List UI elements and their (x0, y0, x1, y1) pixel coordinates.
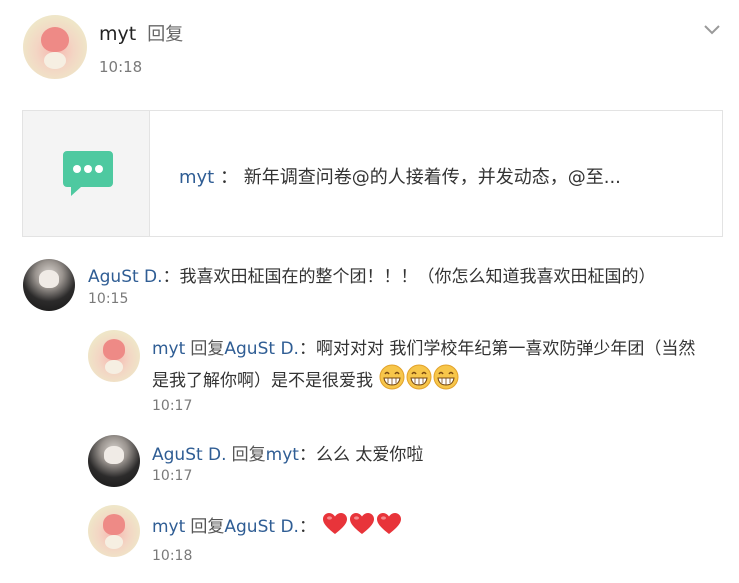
reply-target[interactable]: AguSt D. (224, 517, 299, 537)
reply-line: AguSt D. 回复myt：么么 太爱你啦 (152, 440, 423, 465)
heart-emoji (377, 513, 402, 534)
reply-avatar[interactable] (88, 505, 140, 557)
reply-word: 回复 (190, 517, 225, 537)
reply-text-continued: 是我了解你啊）是不是很爱我 (152, 371, 373, 391)
reply-word: 回复 (231, 445, 266, 465)
user-avatar[interactable] (23, 15, 87, 79)
shared-post-card[interactable]: myt ： 新年调查问卷@的人接着传，并发动态，@至... (22, 110, 723, 237)
card-separator: ： (219, 167, 238, 188)
card-thumbnail (23, 111, 150, 236)
comment-time: 10:15 (88, 291, 129, 307)
comment-text: ：我喜欢田柾国在的整个团！！！（你怎么知道我喜欢田柾国的） (162, 267, 656, 287)
heart-emoji (350, 513, 375, 534)
reply-author[interactable]: AguSt D. (152, 445, 227, 465)
grin-emoji-group (378, 364, 459, 390)
comment-line: AguSt D.：我喜欢田柾国在的整个团！！！（你怎么知道我喜欢田柾国的） (88, 262, 656, 287)
post-time: 10:18 (99, 58, 143, 76)
comment-author[interactable]: AguSt D. (88, 267, 163, 287)
reply-time: 10:17 (152, 468, 193, 484)
reply-text: ：么么 太爱你啦 (298, 445, 424, 465)
heart-emoji (323, 513, 348, 534)
card-summary: myt ： 新年调查问卷@的人接着传，并发动态，@至... (179, 163, 621, 189)
reply-text: ：啊对对对 我们学校年纪第一喜欢防弹少年团（当然 (298, 339, 696, 359)
reply-line: myt 回复AguSt D.： (152, 512, 402, 537)
grin-emoji (406, 364, 432, 390)
chevron-down-icon[interactable] (703, 20, 721, 38)
heart-emoji-group (321, 513, 402, 536)
card-excerpt: 新年调查问卷@的人接着传，并发动态，@至... (243, 167, 621, 188)
post-header: myt 回复 (99, 20, 183, 46)
card-author[interactable]: myt (179, 167, 214, 188)
reply-avatar[interactable] (88, 330, 140, 382)
reply-text: ： (298, 517, 316, 537)
reply-time: 10:18 (152, 548, 193, 564)
reply-target[interactable]: AguSt D. (224, 339, 299, 359)
reply-line-2: 是我了解你啊）是不是很爱我 (152, 364, 459, 391)
grin-emoji (379, 364, 405, 390)
post-action: 回复 (147, 24, 184, 45)
reply-line-1: myt 回复AguSt D.：啊对对对 我们学校年纪第一喜欢防弹少年团（当然 (152, 334, 695, 359)
reply-time: 10:17 (152, 398, 193, 414)
reply-author[interactable]: myt (152, 517, 185, 537)
message-bubble-icon (63, 151, 113, 196)
grin-emoji (433, 364, 459, 390)
reply-avatar[interactable] (88, 435, 140, 487)
comment-avatar[interactable] (23, 259, 75, 311)
reply-target[interactable]: myt (266, 445, 299, 465)
post-username[interactable]: myt (99, 23, 136, 45)
reply-author[interactable]: myt (152, 339, 185, 359)
reply-word: 回复 (190, 339, 225, 359)
